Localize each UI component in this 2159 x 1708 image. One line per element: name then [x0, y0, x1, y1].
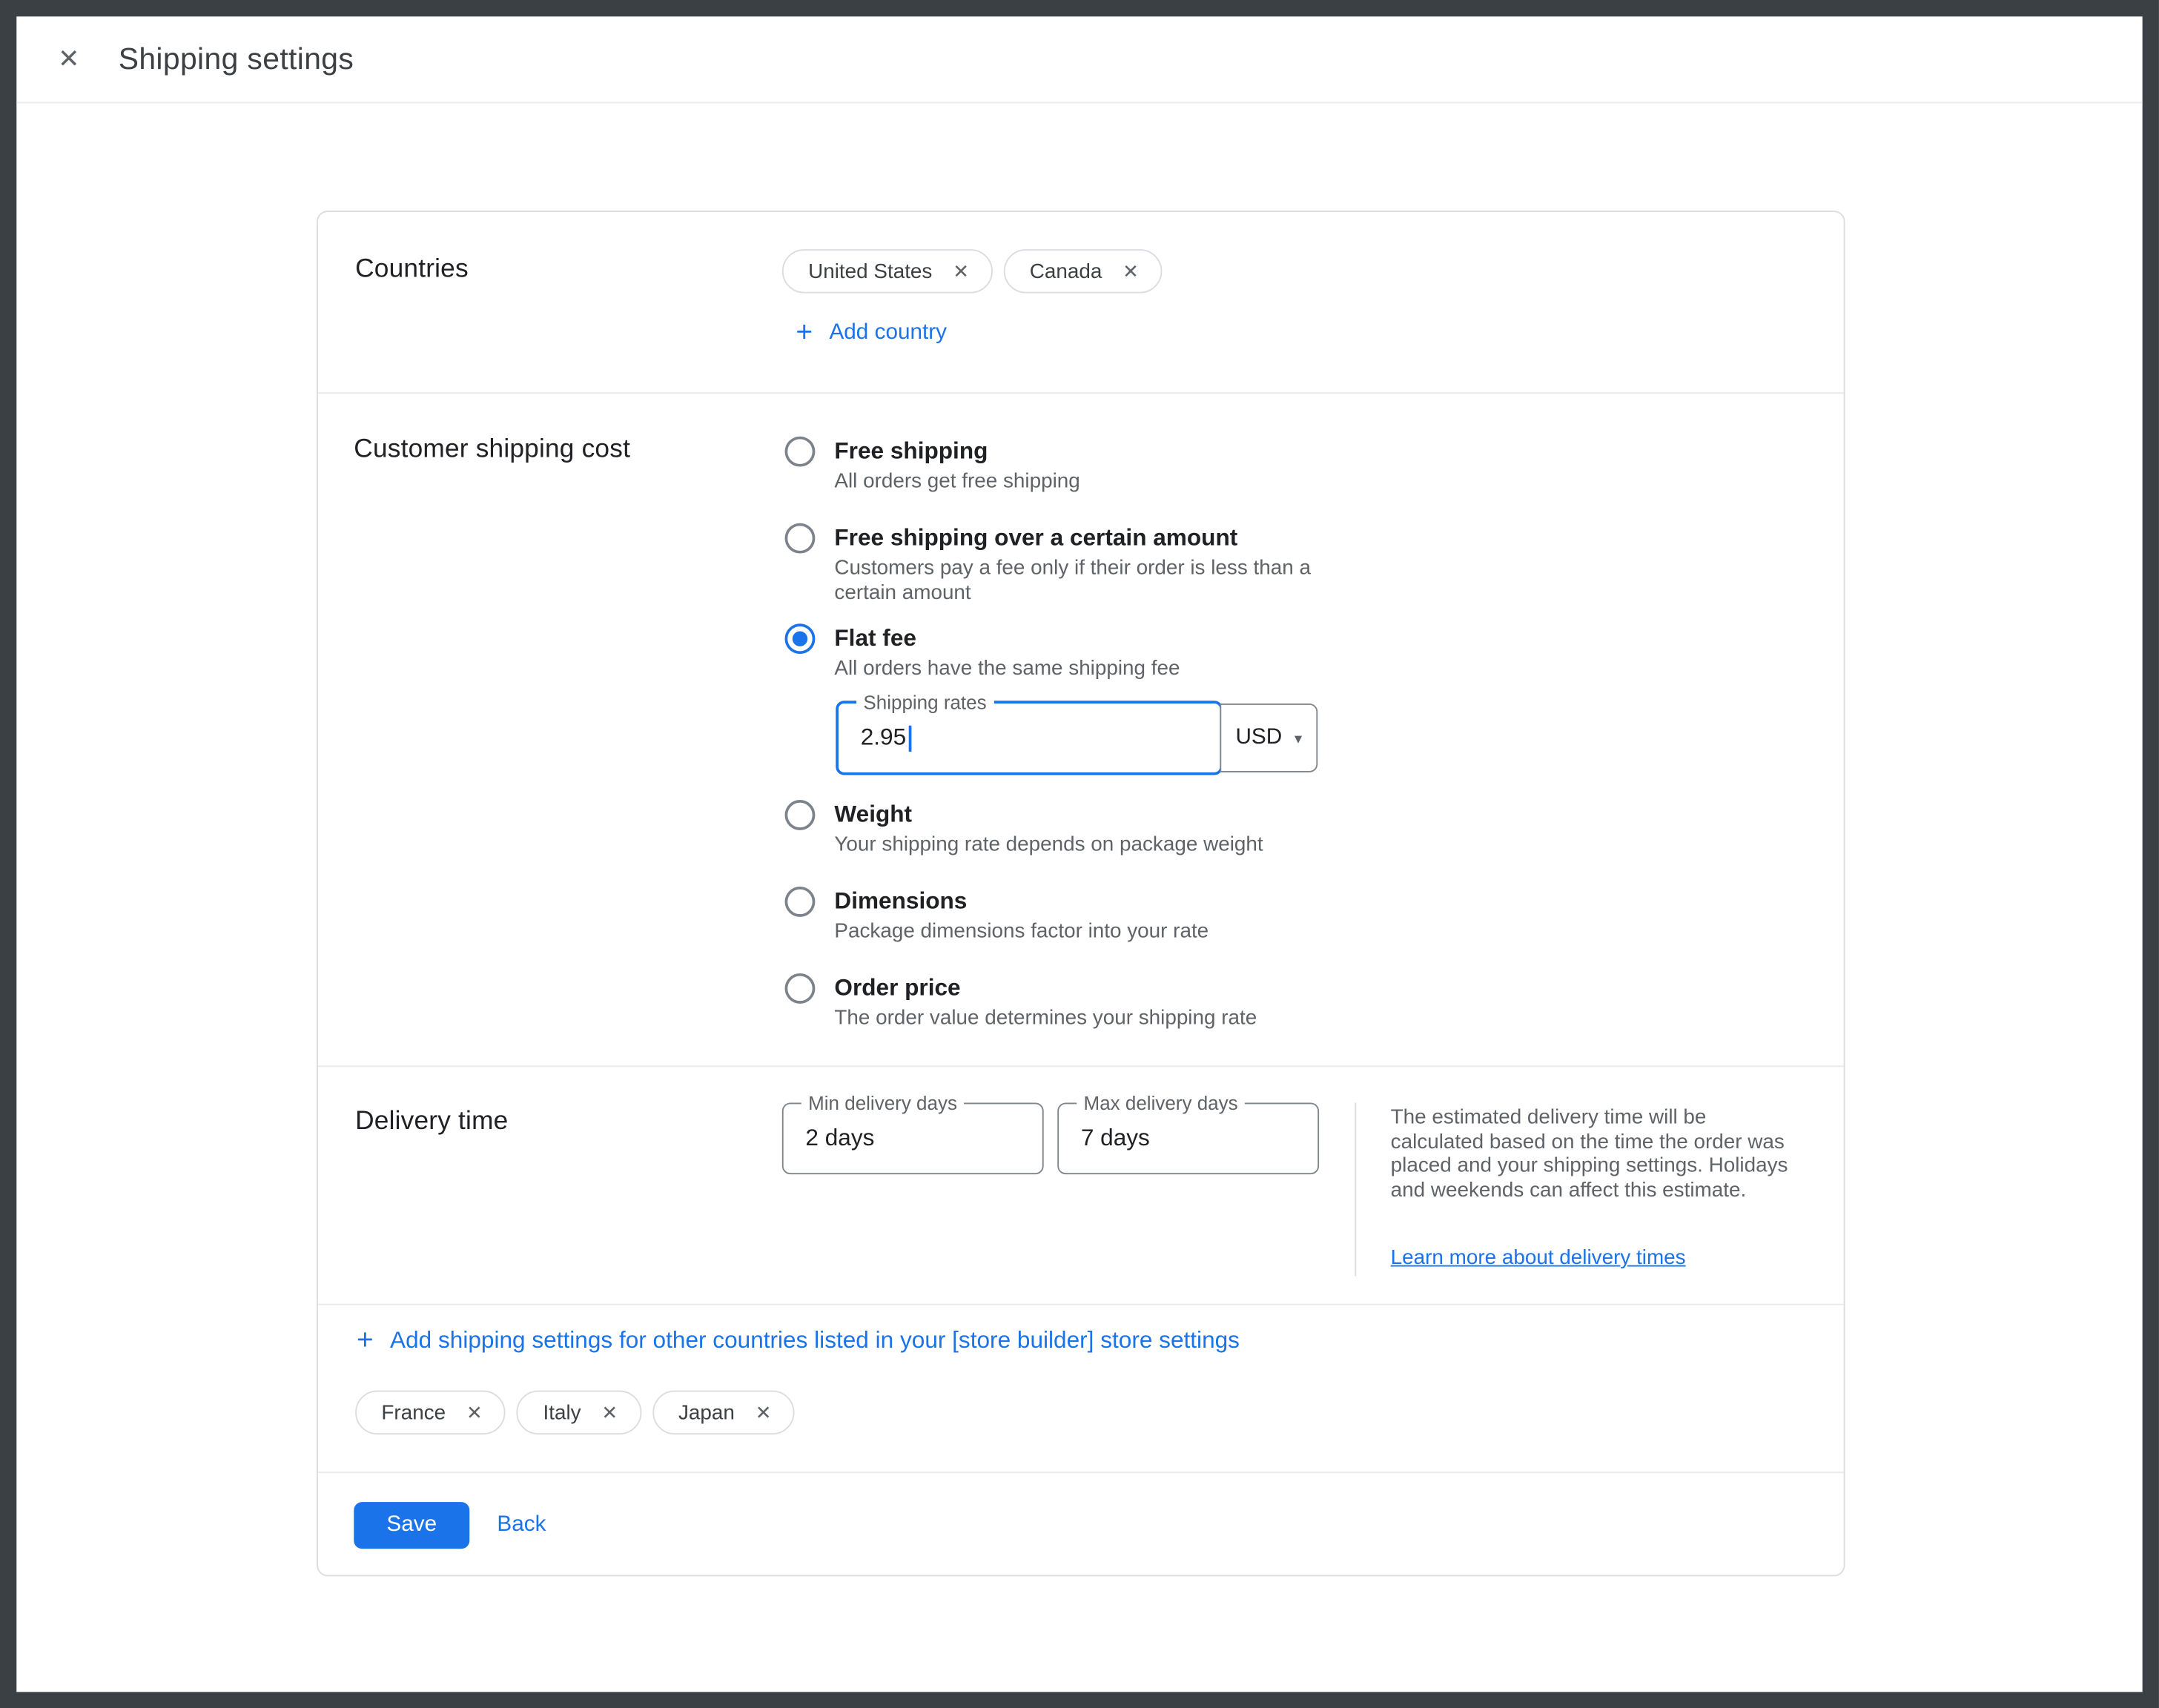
- max-delivery-days-value: 7 days: [1081, 1125, 1150, 1152]
- min-delivery-days-input[interactable]: Min delivery days 2 days: [782, 1103, 1044, 1175]
- country-chip-italy[interactable]: Italy ✕: [517, 1391, 641, 1434]
- radio-option-title: Dimensions: [834, 887, 1209, 916]
- max-delivery-days-input[interactable]: Max delivery days 7 days: [1057, 1103, 1319, 1175]
- save-button[interactable]: Save: [354, 1502, 469, 1549]
- add-icon: +: [357, 1325, 374, 1354]
- chip-label: Italy: [543, 1401, 581, 1425]
- radio-selected-icon[interactable]: [785, 623, 816, 654]
- add-other-countries-button[interactable]: + Add shipping settings for other countr…: [357, 1325, 1240, 1354]
- currency-value: USD: [1235, 726, 1282, 750]
- shipping-cost-section-label: Customer shipping cost: [354, 435, 630, 466]
- section-divider: [318, 1304, 1844, 1305]
- text-cursor: [909, 725, 911, 751]
- radio-option-free-over-amount[interactable]: Free shipping over a certain amount Cust…: [785, 523, 1328, 606]
- chip-label: France: [381, 1401, 446, 1425]
- add-country-label: Add country: [829, 320, 947, 345]
- radio-option-title: Flat fee: [834, 623, 1180, 652]
- learn-more-link[interactable]: Learn more about delivery times: [1391, 1246, 1686, 1270]
- radio-unselected-icon[interactable]: [785, 800, 816, 830]
- section-divider: [318, 392, 1844, 394]
- shipping-rates-value: 2.95: [861, 724, 906, 752]
- radio-option-free-shipping[interactable]: Free shipping All orders get free shippi…: [785, 437, 1080, 494]
- radio-option-description: The order value determines your shipping…: [834, 1007, 1257, 1031]
- vertical-divider: [1355, 1103, 1356, 1277]
- back-button[interactable]: Back: [497, 1502, 546, 1549]
- shipping-rates-input[interactable]: Shipping rates 2.95: [836, 701, 1223, 775]
- radio-option-description: Package dimensions factor into your rate: [834, 920, 1209, 944]
- delivery-time-note: The estimated delivery time will be calc…: [1391, 1105, 1793, 1202]
- page-title: Shipping settings: [119, 42, 354, 77]
- radio-option-description: All orders have the same shipping fee: [834, 657, 1180, 681]
- radio-unselected-icon[interactable]: [785, 887, 816, 917]
- country-chip-united-states[interactable]: United States ✕: [782, 249, 993, 293]
- radio-option-title: Free shipping: [834, 437, 1080, 466]
- chip-label: Japan: [678, 1401, 735, 1425]
- radio-option-dimensions[interactable]: Dimensions Package dimensions factor int…: [785, 887, 1209, 944]
- country-chip-canada[interactable]: Canada ✕: [1003, 249, 1162, 293]
- chip-label: Canada: [1030, 259, 1102, 283]
- chip-label: United States: [808, 259, 932, 283]
- close-icon[interactable]: ✕: [50, 40, 88, 79]
- radio-option-description: Customers pay a fee only if their order …: [834, 556, 1327, 606]
- dialog-header: ✕ Shipping settings: [16, 16, 2142, 103]
- shipping-rates-field-label: Shipping rates: [856, 691, 993, 713]
- settings-card: Countries United States ✕ Canada ✕ + Add…: [317, 211, 1845, 1576]
- countries-section-label: Countries: [355, 255, 469, 285]
- add-country-button[interactable]: + Add country: [796, 318, 947, 347]
- add-icon: +: [796, 318, 813, 347]
- remove-icon[interactable]: ✕: [953, 259, 969, 283]
- country-chip-japan[interactable]: Japan ✕: [652, 1391, 795, 1434]
- shipping-settings-dialog: ✕ Shipping settings Countries United Sta…: [0, 0, 2159, 1708]
- min-delivery-days-value: 2 days: [805, 1125, 874, 1152]
- radio-option-flat-fee[interactable]: Flat fee All orders have the same shippi…: [785, 623, 1180, 681]
- radio-unselected-icon[interactable]: [785, 523, 816, 554]
- shipping-rate-field-group: Shipping rates 2.95 USD ▾: [836, 701, 1317, 775]
- remove-icon[interactable]: ✕: [466, 1401, 483, 1425]
- countries-chip-row: United States ✕ Canada ✕: [782, 249, 1163, 293]
- radio-option-title: Order price: [834, 973, 1257, 1002]
- remove-icon[interactable]: ✕: [601, 1401, 618, 1425]
- radio-unselected-icon[interactable]: [785, 437, 816, 467]
- radio-option-weight[interactable]: Weight Your shipping rate depends on pac…: [785, 800, 1263, 858]
- radio-option-title: Free shipping over a certain amount: [834, 523, 1327, 552]
- radio-option-title: Weight: [834, 800, 1263, 829]
- delivery-time-section-label: Delivery time: [355, 1107, 508, 1137]
- min-delivery-days-label: Min delivery days: [801, 1092, 964, 1114]
- max-delivery-days-label: Max delivery days: [1077, 1092, 1245, 1114]
- radio-option-description: Your shipping rate depends on package we…: [834, 833, 1263, 858]
- other-countries-chip-row: France ✕ Italy ✕ Japan ✕: [355, 1391, 795, 1434]
- radio-unselected-icon[interactable]: [785, 973, 816, 1004]
- country-chip-france[interactable]: France ✕: [355, 1391, 506, 1434]
- section-divider: [318, 1472, 1844, 1473]
- remove-icon[interactable]: ✕: [756, 1401, 772, 1425]
- radio-option-order-price[interactable]: Order price The order value determines y…: [785, 973, 1257, 1031]
- radio-option-description: All orders get free shipping: [834, 469, 1080, 494]
- remove-icon[interactable]: ✕: [1123, 259, 1139, 283]
- chevron-down-icon: ▾: [1295, 729, 1302, 747]
- section-divider: [318, 1065, 1844, 1067]
- currency-select[interactable]: USD ▾: [1220, 704, 1317, 772]
- add-other-countries-label: Add shipping settings for other countrie…: [390, 1326, 1240, 1354]
